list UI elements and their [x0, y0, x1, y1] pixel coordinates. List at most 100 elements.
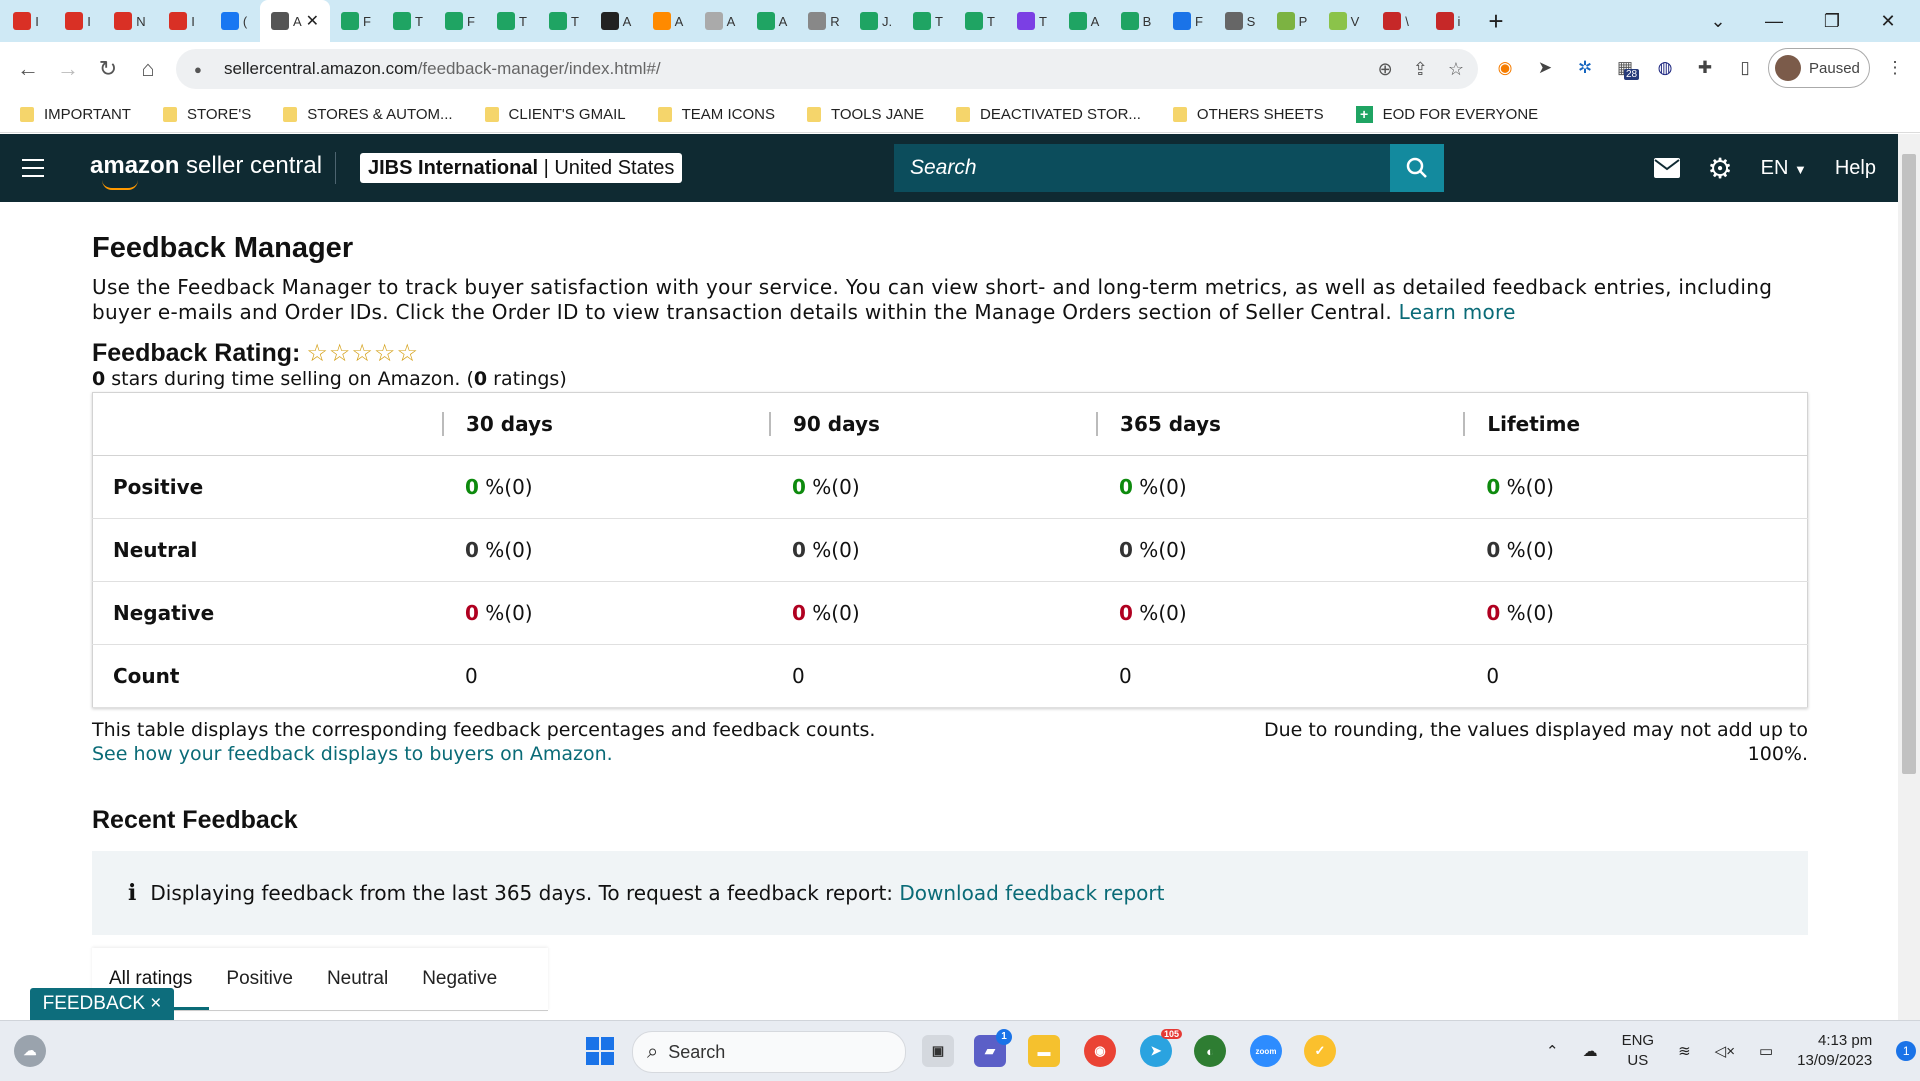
share-icon[interactable]: ⇪ [1413, 59, 1428, 80]
bookmark-star-icon[interactable]: ☆ [1448, 59, 1464, 80]
tab-negative[interactable]: Negative [405, 948, 514, 1010]
amazon-seller-central-logo[interactable]: amazon seller central [90, 152, 322, 190]
edge-icon[interactable]: ◐ [1194, 1035, 1226, 1067]
extension-translate-icon[interactable]: ◍ [1650, 53, 1680, 83]
close-tab-icon[interactable]: ✕ [306, 11, 319, 31]
browser-tab[interactable]: R [798, 0, 850, 42]
bookmark-item[interactable]: IMPORTANT [20, 106, 131, 123]
browser-tab[interactable]: T [538, 0, 590, 42]
search-button[interactable] [1390, 144, 1444, 192]
tab-search-chevron-icon[interactable]: ⌄ [1690, 0, 1746, 42]
feedback-display-link[interactable]: See how your feedback displays to buyers… [92, 742, 875, 766]
hamburger-menu-icon[interactable] [22, 159, 44, 183]
page-scrollbar[interactable] [1898, 134, 1920, 1020]
forward-button[interactable]: → [48, 49, 88, 89]
browser-tab[interactable]: A ✕ [260, 0, 330, 42]
messenger-icon [1017, 12, 1036, 30]
bookmark-item[interactable]: + EOD FOR EVERYONE [1355, 105, 1538, 123]
tab-neutral[interactable]: Neutral [310, 948, 405, 1010]
extensions-puzzle-icon[interactable]: ✚ [1690, 53, 1720, 83]
chevron-up-icon[interactable]: ⌃ [1546, 1042, 1559, 1060]
taskbar-search[interactable]: ⌕ Search [632, 1031, 906, 1073]
bookmark-item[interactable]: CLIENT'S GMAIL [484, 106, 626, 123]
volume-muted-icon[interactable]: ◁× [1715, 1042, 1735, 1060]
browser-tab[interactable]: F [1162, 0, 1214, 42]
back-button[interactable]: ← [8, 49, 48, 89]
learn-more-link[interactable]: Learn more [1399, 300, 1516, 324]
side-panel-icon[interactable]: ▯ [1730, 53, 1760, 83]
battery-icon[interactable]: ▭ [1759, 1042, 1773, 1060]
browser-tab[interactable]: V [1318, 0, 1370, 42]
close-window-button[interactable]: ✕ [1860, 0, 1916, 42]
new-tab-button[interactable]: + [1474, 0, 1518, 42]
scrollbar-thumb[interactable] [1902, 154, 1916, 774]
language-selector[interactable]: EN ▼ [1761, 157, 1807, 180]
account-switcher[interactable]: JIBS International | United States [360, 153, 683, 183]
profile-button[interactable]: Paused [1768, 48, 1870, 88]
tab-positive[interactable]: Positive [209, 948, 310, 1010]
mail-icon[interactable] [1653, 158, 1680, 178]
minimize-button[interactable]: — [1746, 0, 1802, 42]
browser-tab[interactable]: ( [208, 0, 260, 42]
header-search-input[interactable]: Search [894, 144, 1444, 192]
home-button[interactable]: ⌂ [128, 49, 168, 89]
browser-tab[interactable]: T [954, 0, 1006, 42]
settings-gear-icon[interactable]: ⚙ [1708, 152, 1733, 185]
restore-button[interactable]: ❐ [1804, 0, 1860, 42]
browser-tab[interactable]: i [1422, 0, 1474, 42]
notification-badge[interactable]: 1 [1896, 1041, 1917, 1061]
browser-tab[interactable]: A [694, 0, 746, 42]
browser-tab[interactable]: A [642, 0, 694, 42]
teams-icon[interactable]: ▰ 1 [974, 1029, 1012, 1067]
browser-tab[interactable]: \ [1370, 0, 1422, 42]
browser-tab[interactable]: N [104, 0, 156, 42]
browser-tab[interactable]: F [434, 0, 486, 42]
telegram-icon[interactable]: ➤ 105 [1140, 1029, 1182, 1067]
bookmark-item[interactable]: TEAM ICONS [657, 106, 775, 123]
browser-tab[interactable]: P [1266, 0, 1318, 42]
extension-orange-icon[interactable]: ◉ [1490, 53, 1520, 83]
bookmark-item[interactable]: DEACTIVATED STOR... [956, 106, 1141, 123]
browser-tab[interactable]: I [0, 0, 52, 42]
browser-tab[interactable]: B [1110, 0, 1162, 42]
extension-cursor-icon[interactable]: ➤ [1530, 53, 1560, 83]
chrome-icon[interactable]: ◉ [1084, 1035, 1116, 1067]
reload-button[interactable]: ↻ [88, 49, 128, 89]
browser-tab[interactable]: A [1058, 0, 1110, 42]
browser-menu-icon[interactable]: ⋮ [1880, 53, 1910, 83]
bookmark-item[interactable]: TOOLS JANE [806, 106, 924, 123]
zoom-icon[interactable]: zoom [1250, 1035, 1282, 1067]
bookmark-item[interactable]: STORES & AUTOM... [283, 106, 453, 123]
extension-calendar-icon[interactable]: ▦ 28 [1610, 53, 1640, 83]
onedrive-icon[interactable]: ☁ [1583, 1042, 1598, 1060]
browser-tab[interactable]: S [1214, 0, 1266, 42]
browser-tab[interactable]: T [486, 0, 538, 42]
bookmark-item[interactable]: OTHERS SHEETS [1172, 106, 1324, 123]
wifi-icon[interactable]: ≋ [1678, 1042, 1691, 1060]
weather-icon[interactable]: ☁ [14, 1035, 46, 1067]
feedback-button[interactable]: FEEDBACK × [30, 988, 174, 1020]
file-explorer-icon[interactable]: ▬ [1028, 1035, 1060, 1067]
norton-icon[interactable]: ✓ [1304, 1035, 1336, 1067]
bookmark-item[interactable]: STORE'S [162, 106, 251, 123]
browser-tab[interactable]: T [382, 0, 434, 42]
download-report-link[interactable]: Download feedback report [899, 881, 1164, 905]
help-link[interactable]: Help [1835, 157, 1876, 180]
browser-tab[interactable]: F [330, 0, 382, 42]
address-bar[interactable]: ● sellercentral.amazon.com/feedback-mana… [176, 49, 1478, 89]
zoom-icon[interactable]: ⊕ [1378, 59, 1393, 80]
browser-tab[interactable]: I [156, 0, 208, 42]
language-indicator[interactable]: ENG US [1622, 1031, 1655, 1071]
sheets-icon [965, 12, 984, 30]
start-button[interactable] [584, 1035, 616, 1067]
browser-tab[interactable]: J. [850, 0, 902, 42]
site-info-icon[interactable]: ● [194, 62, 208, 77]
browser-tab[interactable]: I [52, 0, 104, 42]
browser-tab[interactable]: T [902, 0, 954, 42]
clock[interactable]: 4:13 pm 13/09/2023 [1797, 1031, 1872, 1071]
browser-tab[interactable]: A [746, 0, 798, 42]
task-view-icon[interactable]: ▣ [922, 1035, 954, 1067]
extension-gear-icon[interactable]: ✲ [1570, 53, 1600, 83]
browser-tab[interactable]: T [1006, 0, 1058, 42]
browser-tab[interactable]: A [590, 0, 642, 42]
